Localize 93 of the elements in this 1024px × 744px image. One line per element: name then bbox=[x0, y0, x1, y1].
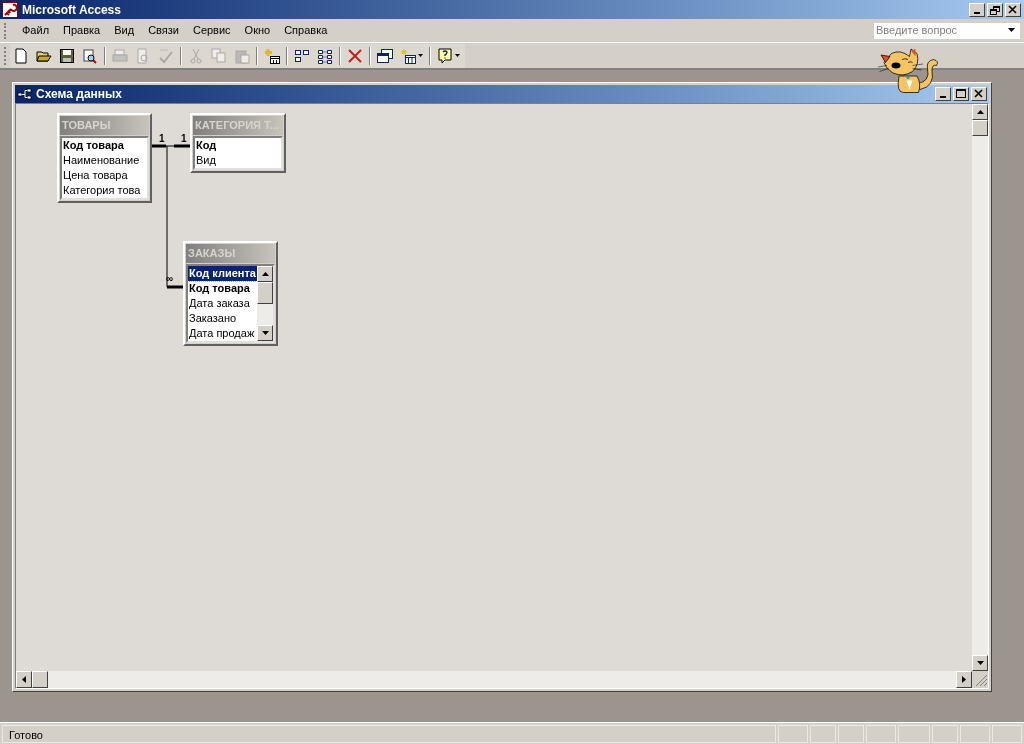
scroll-up-button[interactable] bbox=[257, 266, 273, 282]
check-mark-icon bbox=[158, 47, 174, 64]
field-item[interactable]: Код товара bbox=[188, 281, 257, 296]
scroll-down-button[interactable] bbox=[972, 655, 988, 671]
down-arrow-icon bbox=[261, 331, 269, 335]
scissors-icon bbox=[188, 47, 204, 64]
up-arrow-icon bbox=[261, 272, 269, 276]
minimize-button[interactable] bbox=[935, 87, 951, 101]
minimize-icon bbox=[940, 96, 946, 98]
relationship-end-label: 1 bbox=[181, 134, 187, 144]
menu-item[interactable]: Правка bbox=[56, 22, 108, 39]
toolbar-grip bbox=[4, 46, 7, 65]
menu-item[interactable]: Сервис bbox=[185, 22, 238, 39]
left-arrow-icon bbox=[22, 676, 26, 683]
close-button[interactable] bbox=[971, 87, 987, 101]
field-item[interactable]: Заказано bbox=[188, 311, 257, 326]
relationship-end-label: ∞ bbox=[166, 274, 174, 284]
right-arrow-icon bbox=[962, 676, 966, 683]
scroll-down-button[interactable] bbox=[257, 325, 273, 341]
maximize-button[interactable] bbox=[953, 87, 969, 101]
dropdown-arrow-icon bbox=[455, 54, 460, 57]
printer-icon bbox=[112, 47, 128, 64]
relationship-line[interactable] bbox=[150, 144, 192, 148]
windows-icon bbox=[377, 47, 393, 64]
close-icon bbox=[974, 89, 984, 99]
table-window[interactable]: ЗАКАЗЫ Код клиента Код товара Дата заказа Заказано Дата продаж bbox=[183, 241, 278, 346]
minimize-icon bbox=[974, 11, 980, 14]
diagram-window-title: Схема данных bbox=[36, 86, 123, 103]
status-text: Готово bbox=[2, 724, 776, 743]
page-magnifier-icon bbox=[135, 47, 151, 64]
field-item[interactable]: Дата продаж bbox=[188, 326, 257, 341]
help-icon bbox=[437, 47, 453, 64]
scroll-thumb[interactable] bbox=[972, 120, 988, 136]
menu-item[interactable]: Файл bbox=[15, 22, 57, 39]
close-icon bbox=[1008, 4, 1018, 15]
field-item[interactable]: Наименование bbox=[62, 153, 147, 168]
status-panel bbox=[960, 724, 990, 743]
down-arrow-icon bbox=[976, 661, 984, 665]
menu-grip bbox=[4, 22, 7, 39]
menu-item[interactable]: Окно bbox=[237, 22, 278, 39]
magnifier-page-icon bbox=[82, 47, 98, 64]
status-panel bbox=[992, 724, 1022, 743]
scroll-up-button[interactable] bbox=[972, 104, 988, 120]
grid-boxes-icon bbox=[317, 47, 333, 64]
help-search-field[interactable]: Введите вопрос bbox=[874, 22, 1008, 39]
relationships-icon bbox=[17, 88, 33, 100]
restore-button[interactable] bbox=[987, 2, 1003, 17]
field-item[interactable]: Цена товара bbox=[62, 168, 147, 183]
vertical-scrollbar[interactable] bbox=[972, 104, 988, 671]
blank-page-icon bbox=[13, 47, 29, 64]
up-arrow-icon bbox=[976, 110, 984, 114]
status-panel bbox=[866, 724, 896, 743]
field-item[interactable]: Код товара bbox=[62, 138, 147, 153]
status-panel bbox=[838, 724, 864, 743]
add-table-icon bbox=[264, 47, 280, 64]
dropdown-arrow-icon bbox=[418, 54, 423, 57]
restore-icon bbox=[990, 4, 1000, 15]
maximize-icon bbox=[956, 89, 966, 99]
field-item[interactable]: Дата заказа bbox=[188, 296, 257, 311]
menu-item[interactable]: Справка bbox=[277, 22, 335, 39]
status-panel bbox=[810, 724, 836, 743]
scroll-right-button[interactable] bbox=[956, 671, 972, 688]
horizontal-scrollbar[interactable] bbox=[16, 671, 972, 688]
scroll-left-button[interactable] bbox=[16, 671, 32, 688]
field-item[interactable]: Код bbox=[195, 138, 281, 153]
minimize-button[interactable] bbox=[969, 2, 985, 17]
field-item[interactable]: Код клиента bbox=[188, 266, 257, 281]
relationship-end-label: 1 bbox=[159, 134, 165, 144]
field-list[interactable]: Код Вид bbox=[193, 136, 283, 170]
list-scrollbar[interactable] bbox=[257, 266, 273, 341]
field-list[interactable]: Код клиента Код товара Дата заказа Заказано Дата продаж bbox=[186, 264, 275, 343]
scroll-thumb[interactable] bbox=[32, 671, 48, 688]
table-window[interactable]: ТОВАРЫ Код товара Наименование Цена товара Категория това bbox=[57, 113, 152, 203]
field-list[interactable]: Код товара Наименование Цена товара Категория това bbox=[60, 136, 149, 200]
help-search-combo[interactable]: Введите вопрос bbox=[873, 21, 1021, 40]
clipboard-icon bbox=[234, 47, 250, 64]
app-key-icon bbox=[2, 1, 18, 18]
status-panel bbox=[778, 724, 808, 743]
relationship-line[interactable] bbox=[166, 145, 184, 289]
close-button[interactable] bbox=[1005, 2, 1021, 17]
field-item[interactable]: Категория това bbox=[62, 183, 147, 198]
copy-icon bbox=[211, 47, 227, 64]
table-boxes-icon bbox=[294, 47, 310, 64]
status-panel bbox=[932, 724, 958, 743]
menu-item[interactable]: Вид bbox=[107, 22, 142, 39]
dropdown-arrow-icon[interactable] bbox=[1008, 28, 1017, 33]
window-title: Microsoft Access bbox=[22, 1, 122, 19]
scroll-thumb[interactable] bbox=[257, 282, 273, 304]
status-panel bbox=[898, 724, 930, 743]
field-item[interactable]: Вид bbox=[195, 153, 281, 168]
menu-item[interactable]: Связи bbox=[141, 22, 186, 39]
delete-icon bbox=[347, 47, 363, 64]
new-object-icon bbox=[400, 47, 416, 64]
